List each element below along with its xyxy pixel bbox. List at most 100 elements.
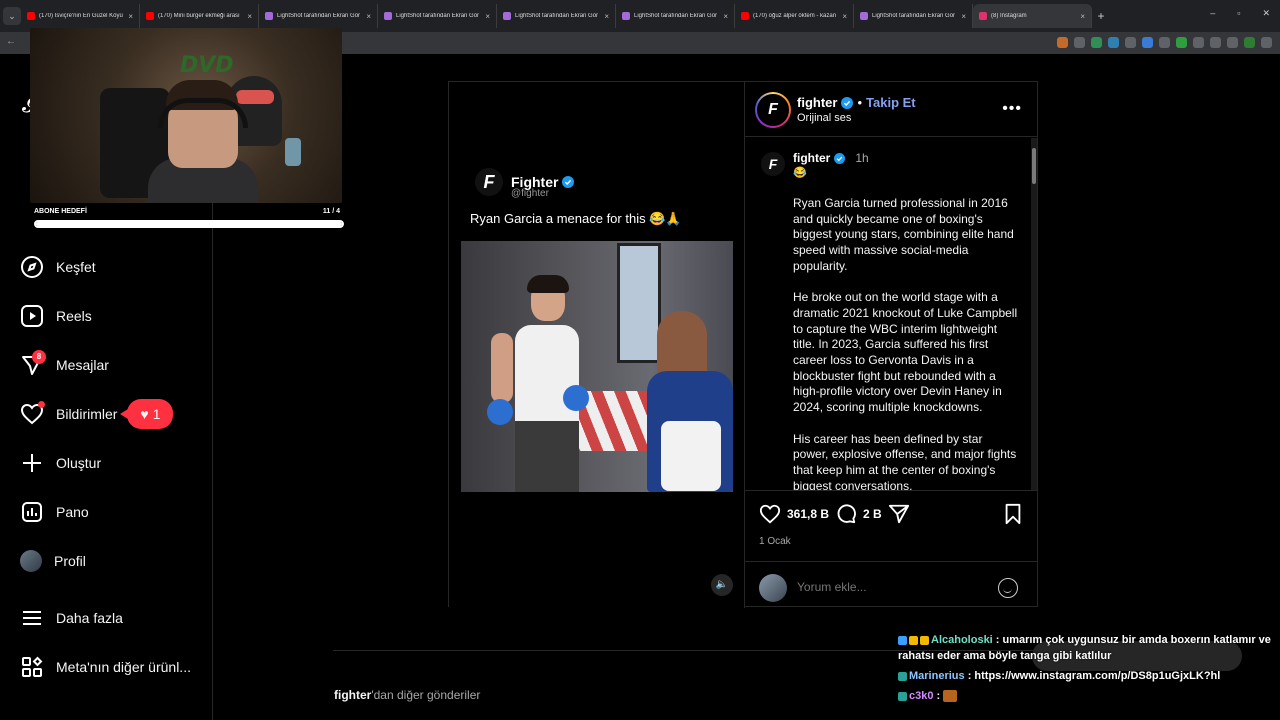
badge-icon bbox=[898, 671, 907, 681]
video-woman-figure bbox=[647, 311, 733, 492]
tab-label: LightShot tarafından Ekran Gör bbox=[396, 13, 480, 19]
close-window-button[interactable]: ✕ bbox=[1262, 8, 1270, 19]
sidebar-item-mesajlar[interactable]: 8 Mesajlar bbox=[20, 350, 109, 380]
browser-tab[interactable]: LightShot tarafından Ekran Gör × bbox=[259, 4, 378, 28]
post-date[interactable]: 1 Ocak bbox=[759, 536, 791, 547]
caption-paragraph: Ryan Garcia turned professional in 2016 … bbox=[793, 196, 1014, 273]
sidebar-item-kesfet[interactable]: Keşfet bbox=[20, 252, 96, 282]
like-count[interactable]: 361,8 B bbox=[787, 507, 829, 521]
caption-paragraph: His career has been defined by star powe… bbox=[793, 431, 1017, 490]
sidebar-item-meta[interactable]: Meta'nın diğer ürünl... bbox=[20, 652, 191, 682]
tab-close-icon[interactable]: × bbox=[842, 12, 847, 21]
extensions-toolbar bbox=[1057, 37, 1272, 48]
window-controls: – ▫ ✕ bbox=[1210, 8, 1270, 19]
extension-icon[interactable] bbox=[1057, 37, 1068, 48]
comment-count[interactable]: 2 B bbox=[863, 507, 882, 521]
caption-username[interactable]: fighter bbox=[793, 151, 830, 165]
tab-close-icon[interactable]: × bbox=[961, 12, 966, 21]
sidebar-item-bildirimler[interactable]: Bildirimler ♥ 1 bbox=[20, 399, 174, 429]
extension-icon[interactable] bbox=[1074, 37, 1085, 48]
badge-icon bbox=[898, 691, 907, 701]
caption-scrollbar[interactable] bbox=[1031, 138, 1037, 490]
sidebar-item-olustur[interactable]: Oluştur bbox=[20, 448, 101, 478]
comment-icon[interactable] bbox=[835, 503, 857, 525]
comment-input[interactable] bbox=[797, 580, 977, 594]
more-posts-username[interactable]: fighter bbox=[334, 688, 371, 702]
share-icon[interactable] bbox=[888, 503, 910, 525]
goal-count: 11 / 4 bbox=[322, 208, 340, 215]
sidebar-item-daha-fazla[interactable]: Daha fazla bbox=[20, 603, 123, 633]
extension-icon[interactable] bbox=[1108, 37, 1119, 48]
tab-close-icon[interactable]: × bbox=[128, 12, 133, 21]
extension-icon[interactable] bbox=[1125, 37, 1136, 48]
comment-composer bbox=[745, 561, 1038, 609]
extension-icon[interactable] bbox=[1159, 37, 1170, 48]
sidebar-item-pano[interactable]: Pano bbox=[20, 497, 89, 527]
minimize-button[interactable]: – bbox=[1210, 8, 1215, 19]
video-frame[interactable] bbox=[461, 241, 733, 492]
browser-tab[interactable]: (170) oğuz alper öktem - kazan × bbox=[735, 4, 854, 28]
author-username[interactable]: fighter bbox=[797, 95, 837, 110]
sidebar-item-reels[interactable]: Reels bbox=[20, 301, 92, 331]
tab-favicon-icon bbox=[503, 12, 511, 20]
tab-label: (170) oğuz alper öktem - kazan bbox=[753, 13, 837, 19]
extensions-puzzle-icon[interactable] bbox=[1210, 37, 1221, 48]
tab-label: (170) İsviçre'nin En Güzel Köyü bbox=[39, 13, 123, 19]
extension-icon[interactable] bbox=[1176, 37, 1187, 48]
tweet-handle: @fighter bbox=[511, 188, 549, 199]
extension-icon[interactable] bbox=[1091, 37, 1102, 48]
browser-tab[interactable]: (170) İsviçre'nin En Güzel Köyü × bbox=[21, 4, 140, 28]
bookmark-icon[interactable] bbox=[1002, 503, 1024, 525]
browser-tab[interactable]: LightShot tarafından Ekran Gör × bbox=[497, 4, 616, 28]
tab-close-icon[interactable]: × bbox=[1080, 12, 1085, 21]
tab-close-icon[interactable]: × bbox=[604, 12, 609, 21]
new-tab-button[interactable]: + bbox=[1092, 9, 1110, 23]
browser-tab[interactable]: LightShot tarafından Ekran Gör × bbox=[378, 4, 497, 28]
compass-icon bbox=[21, 256, 43, 278]
profile-icon[interactable] bbox=[1244, 37, 1255, 48]
chat-text: https://www.instagram.com/p/DS8p1uGjxLK?… bbox=[974, 670, 1221, 682]
caption-author: fighter 1h bbox=[793, 151, 869, 165]
browser-tab[interactable]: LightShot tarafından Ekran Gör × bbox=[854, 4, 973, 28]
browser-tab[interactable]: (8) Instagram × bbox=[973, 4, 1092, 28]
tab-close-icon[interactable]: × bbox=[247, 12, 252, 21]
goal-progress-bar bbox=[34, 220, 344, 228]
comment-action: 2 B bbox=[835, 503, 882, 525]
more-posts-suffix: 'dan diğer gönderiler bbox=[371, 688, 481, 702]
plus-icon bbox=[23, 454, 41, 472]
tab-favicon-icon bbox=[265, 12, 273, 20]
profile-avatar bbox=[20, 550, 42, 572]
browser-tab[interactable]: (170) Mini burger ekmeği arası × bbox=[140, 4, 259, 28]
notification-pill: ♥ 1 bbox=[120, 399, 174, 429]
extension-icon[interactable] bbox=[1142, 37, 1153, 48]
caption-emoji: 😂 bbox=[793, 167, 807, 179]
kebab-menu-icon[interactable] bbox=[1261, 37, 1272, 48]
extension-icon[interactable] bbox=[1193, 37, 1204, 48]
more-options-icon[interactable]: ••• bbox=[1002, 100, 1022, 118]
audio-label[interactable]: Orijinal ses bbox=[797, 112, 851, 124]
browser-tab[interactable]: LightShot tarafından Ekran Gör × bbox=[616, 4, 735, 28]
back-icon[interactable]: ← bbox=[6, 36, 16, 47]
sidebar-item-label: Pano bbox=[56, 504, 89, 520]
sidebar-item-profil[interactable]: Profil bbox=[20, 546, 86, 576]
tab-close-icon[interactable]: × bbox=[485, 12, 490, 21]
volume-icon[interactable]: 🔈 bbox=[711, 574, 733, 596]
tab-label: (170) Mini burger ekmeği arası bbox=[158, 13, 240, 19]
tab-favicon-icon bbox=[146, 12, 154, 20]
heart-filled-icon: ♥ bbox=[140, 406, 149, 422]
tab-close-icon[interactable]: × bbox=[366, 12, 371, 21]
heart-icon[interactable] bbox=[759, 503, 781, 525]
tab-search-button[interactable]: ⌄ bbox=[3, 7, 21, 25]
follow-button[interactable]: Takip Et bbox=[866, 95, 916, 110]
author-avatar[interactable]: F bbox=[755, 92, 791, 128]
emoji-icon[interactable] bbox=[998, 578, 1018, 598]
download-icon[interactable] bbox=[1227, 37, 1238, 48]
post-media[interactable]: F Fighter @fighter Ryan Garcia a menace … bbox=[449, 82, 745, 608]
maximize-button[interactable]: ▫ bbox=[1237, 8, 1240, 19]
verified-icon bbox=[562, 176, 575, 188]
verified-icon bbox=[834, 152, 846, 164]
reels-icon bbox=[21, 305, 43, 327]
caption-avatar[interactable]: F bbox=[761, 152, 785, 176]
like-action: 361,8 B bbox=[759, 503, 829, 525]
tab-close-icon[interactable]: × bbox=[723, 12, 728, 21]
